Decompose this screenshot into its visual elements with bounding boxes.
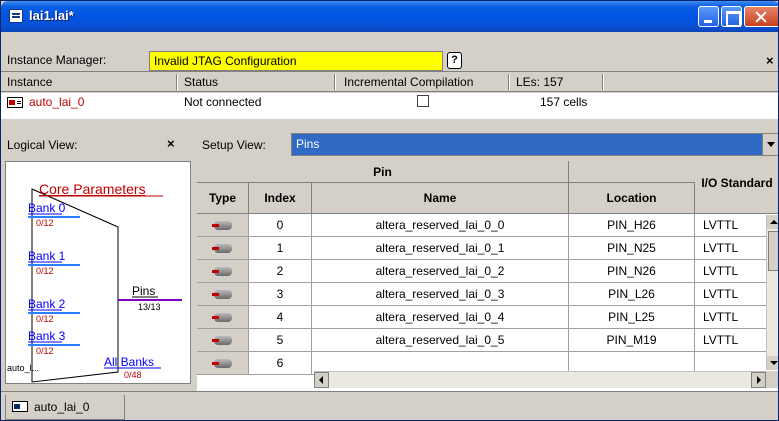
- bottom-tab-label: auto_lai_0: [34, 400, 90, 414]
- pin-output-icon: [211, 336, 232, 345]
- scroll-right-icon[interactable]: [751, 372, 766, 388]
- pin-name-cell[interactable]: altera_reserved_lai_0_1: [312, 237, 569, 260]
- instance-manager-status-field[interactable]: Invalid JTAG Configuration: [149, 51, 443, 71]
- instance-status: Not connected: [184, 95, 262, 109]
- pin-location-cell[interactable]: PIN_L25: [569, 306, 695, 329]
- bank-3-link[interactable]: Bank 3: [28, 329, 66, 343]
- pin-index-cell[interactable]: 0: [249, 214, 312, 237]
- pin-index-cell[interactable]: 6: [249, 352, 312, 375]
- bank-3-count: 0/12: [36, 346, 54, 356]
- instance-manager-close-icon[interactable]: ×: [766, 53, 774, 68]
- col-les[interactable]: LEs: 157: [516, 75, 563, 89]
- pin-location-cell[interactable]: PIN_N25: [569, 237, 695, 260]
- pin-type-cell[interactable]: [197, 214, 249, 237]
- bank-0-link[interactable]: Bank 0: [28, 201, 66, 215]
- scroll-corner: [766, 371, 778, 388]
- col-location-header[interactable]: Location: [569, 183, 695, 214]
- bottom-tab-bar: auto_lai_0: [1, 391, 778, 420]
- col-name-header[interactable]: Name: [312, 183, 569, 214]
- pin-type-cell[interactable]: [197, 306, 249, 329]
- horizontal-scrollbar[interactable]: [314, 371, 766, 388]
- logic-diagram: Core Parameters Bank 0 0/12 Bank 1 0/12 …: [7, 181, 182, 383]
- pins-count: 13/13: [138, 302, 161, 312]
- instance-row[interactable]: auto_lai_0 Not connected 157 cells: [1, 93, 778, 119]
- chevron-down-icon[interactable]: [762, 134, 778, 155]
- file-icon: [9, 9, 23, 23]
- pin-type-cell[interactable]: [197, 260, 249, 283]
- maximize-button[interactable]: [721, 6, 742, 27]
- setup-view-header: Setup View: Pins: [197, 129, 778, 161]
- pin-table: Pin Type Index Name Location I/O Standar…: [197, 161, 778, 391]
- pin-output-icon: [211, 290, 232, 299]
- pin-name-cell[interactable]: altera_reserved_lai_0_0: [312, 214, 569, 237]
- logical-view-canvas[interactable]: Core Parameters Bank 0 0/12 Bank 1 0/12 …: [5, 161, 191, 384]
- pin-group-header[interactable]: Pin: [197, 161, 569, 183]
- bank-2-link[interactable]: Bank 2: [28, 297, 66, 311]
- col-type-header[interactable]: Type: [197, 183, 249, 214]
- pin-index-cell[interactable]: 1: [249, 237, 312, 260]
- instance-name: auto_lai_0: [29, 95, 85, 109]
- pin-name-cell[interactable]: altera_reserved_lai_0_4: [312, 306, 569, 329]
- setup-view-label: Setup View:: [202, 138, 266, 152]
- logical-view-header: Logical View: ×: [1, 129, 193, 161]
- pin-index-cell[interactable]: 5: [249, 329, 312, 352]
- pin-output-icon: [211, 359, 232, 368]
- minimize-button[interactable]: [698, 6, 719, 27]
- pin-location-cell[interactable]: PIN_L26: [569, 283, 695, 306]
- pin-name-cell[interactable]: altera_reserved_lai_0_2: [312, 260, 569, 283]
- all-banks-link[interactable]: All Banks: [104, 355, 154, 369]
- help-icon[interactable]: ?: [447, 52, 462, 69]
- pins-link[interactable]: Pins: [132, 284, 155, 298]
- bank-0-count: 0/12: [36, 218, 54, 228]
- vertical-scroll-thumb[interactable]: [768, 231, 778, 271]
- pin-output-icon: [211, 244, 232, 253]
- logical-view-panel: Logical View: × Core Parameters Bank 0 0…: [1, 129, 193, 391]
- close-button[interactable]: [744, 6, 778, 27]
- col-index-header[interactable]: Index: [249, 183, 312, 214]
- pin-location-cell[interactable]: PIN_H26: [569, 214, 695, 237]
- title-bar[interactable]: lai1.lai*: [1, 1, 778, 32]
- logical-view-close-icon[interactable]: ×: [167, 136, 175, 151]
- pin-index-cell[interactable]: 2: [249, 260, 312, 283]
- vertical-scrollbar[interactable]: [766, 215, 778, 370]
- pin-type-cell[interactable]: [197, 283, 249, 306]
- incremental-compilation-checkbox[interactable]: [417, 95, 429, 107]
- pin-index-cell[interactable]: 4: [249, 306, 312, 329]
- pin-output-icon: [211, 267, 232, 276]
- lai-window: lai1.lai* Instance Manager: Invalid JTAG…: [0, 0, 779, 421]
- col-io-standard-header[interactable]: I/O Standard: [695, 161, 778, 214]
- pin-index-cell[interactable]: 3: [249, 283, 312, 306]
- bank-1-count: 0/12: [36, 266, 54, 276]
- pin-location-cell[interactable]: PIN_M19: [569, 329, 695, 352]
- bank-1-link[interactable]: Bank 1: [28, 249, 66, 263]
- tab-auto-lai-0[interactable]: auto_lai_0: [5, 395, 125, 420]
- setup-view-select[interactable]: Pins: [291, 133, 778, 156]
- scroll-down-icon[interactable]: [767, 356, 778, 370]
- pin-type-cell[interactable]: [197, 329, 249, 352]
- all-banks-count: 0/48: [124, 370, 142, 380]
- window-title: lai1.lai*: [29, 8, 74, 23]
- instance-table-header: Instance Status Incremental Compilation …: [1, 73, 778, 92]
- pin-type-cell[interactable]: [197, 237, 249, 260]
- pin-output-icon: [211, 313, 232, 322]
- instance-tab-icon: [12, 401, 28, 412]
- instance-icon: [7, 97, 23, 108]
- col-incremental[interactable]: Incremental Compilation: [344, 75, 473, 89]
- bank-2-count: 0/12: [36, 314, 54, 324]
- logical-view-title: Logical View:: [7, 138, 78, 152]
- pin-name-cell[interactable]: altera_reserved_lai_0_3: [312, 283, 569, 306]
- pin-type-cell[interactable]: [197, 352, 249, 375]
- scroll-up-icon[interactable]: [767, 215, 778, 229]
- scroll-left-icon[interactable]: [314, 372, 329, 388]
- instance-short-label: auto_l...: [7, 363, 39, 373]
- pin-name-cell[interactable]: altera_reserved_lai_0_5: [312, 329, 569, 352]
- col-instance[interactable]: Instance: [7, 75, 52, 89]
- setup-view-selected: Pins: [296, 137, 320, 151]
- instance-manager-label: Instance Manager:: [7, 53, 107, 67]
- core-parameters-link[interactable]: Core Parameters: [39, 181, 146, 197]
- instance-les: 157 cells: [540, 95, 588, 109]
- pin-location-cell[interactable]: PIN_N26: [569, 260, 695, 283]
- pin-output-icon: [211, 221, 232, 230]
- col-status[interactable]: Status: [184, 75, 218, 89]
